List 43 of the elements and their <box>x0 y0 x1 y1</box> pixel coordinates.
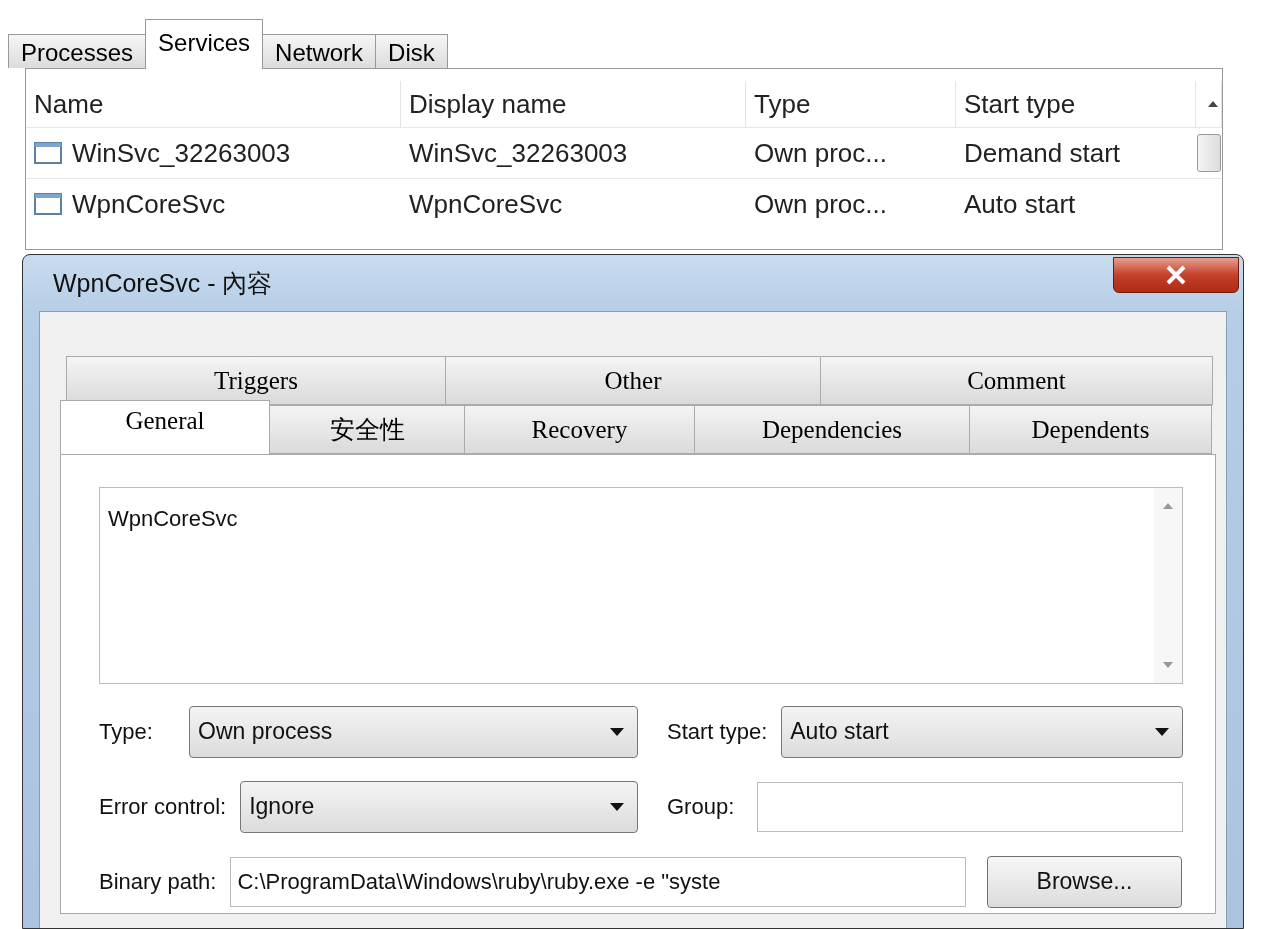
dropdown-arrow-icon <box>609 726 625 737</box>
scrollbar-thumb[interactable] <box>1197 134 1221 172</box>
tab[interactable]: Dependencies <box>694 405 970 454</box>
scroll-down-icon[interactable] <box>1162 661 1174 669</box>
window-icon <box>34 193 62 215</box>
browse-button[interactable]: Browse... <box>987 855 1182 908</box>
tab[interactable]: Dependents <box>969 405 1212 454</box>
tab[interactable]: General <box>60 400 270 454</box>
field-label: Start type: <box>667 718 768 745</box>
tab[interactable]: Disk <box>375 34 448 68</box>
window-title: WpnCoreSvc - 內容 <box>52 267 273 299</box>
dropdown[interactable]: Auto start <box>781 705 1183 758</box>
dropdown[interactable]: Ignore <box>240 780 638 833</box>
description-box[interactable]: WpnCoreSvc <box>99 487 1183 684</box>
tab[interactable]: Comment <box>820 356 1213 405</box>
dropdown-arrow-icon <box>609 801 625 812</box>
tab[interactable]: Services <box>145 19 264 69</box>
field-label: Binary path: <box>99 868 217 895</box>
table-cell: Auto start <box>964 188 1076 220</box>
input-field[interactable]: C:\ProgramData\Windows\ruby\ruby.exe -e "syste <box>230 856 966 907</box>
scroll-up-icon[interactable] <box>1206 100 1219 108</box>
input-field[interactable] <box>757 781 1183 832</box>
close-button[interactable] <box>1113 257 1239 293</box>
tab[interactable]: Other <box>445 356 821 405</box>
window-icon <box>34 142 62 164</box>
tab[interactable]: Network <box>262 34 377 68</box>
table-cell: Own proc... <box>754 137 887 169</box>
tab[interactable]: Triggers <box>66 356 446 405</box>
tab[interactable]: Recovery <box>464 405 695 454</box>
close-icon <box>1165 265 1187 285</box>
table-cell: Own proc... <box>754 188 887 220</box>
tab[interactable]: Processes <box>8 34 147 68</box>
table-cell: WpnCoreSvc <box>72 188 226 220</box>
table-cell: WpnCoreSvc <box>409 188 563 220</box>
dropdown-arrow-icon <box>1154 726 1170 737</box>
field-label: Error control: <box>99 793 227 820</box>
field-label: Group: <box>667 793 736 820</box>
table-cell: WinSvc_32263003 <box>72 137 291 169</box>
dropdown[interactable]: Own process <box>189 705 638 758</box>
field-label: Type: <box>99 718 154 745</box>
table-cell: Demand start <box>964 137 1121 169</box>
tab[interactable]: 安全性 <box>269 405 465 454</box>
table-cell: WinSvc_32263003 <box>409 137 628 169</box>
